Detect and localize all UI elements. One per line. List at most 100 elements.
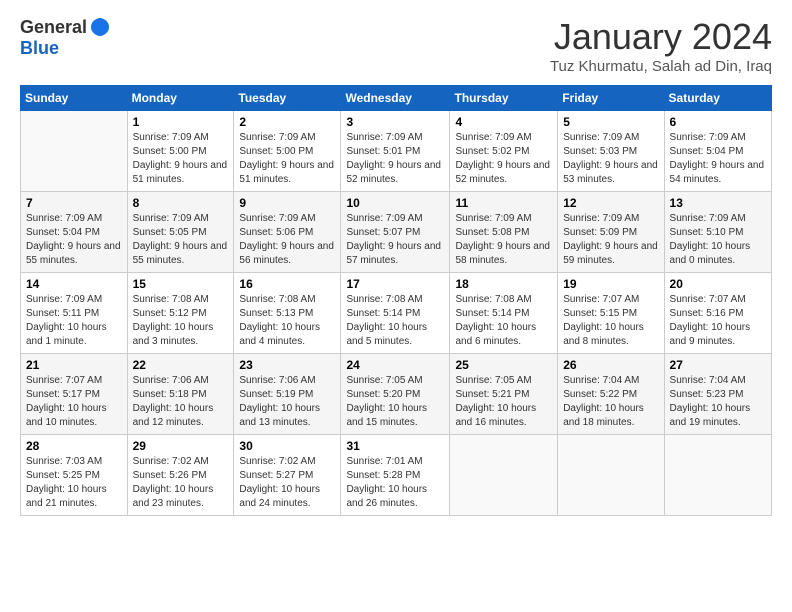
table-row: 31 Sunrise: 7:01 AMSunset: 5:28 PMDayligh… — [341, 435, 450, 516]
calendar-table: Sunday Monday Tuesday Wednesday Thursday… — [20, 85, 772, 516]
table-row: 6 Sunrise: 7:09 AMSunset: 5:04 PMDaylight… — [664, 111, 771, 192]
table-row: 23Sunrise: 7:06 AMSunset: 5:19 PMDayligh… — [234, 354, 341, 435]
table-row: 15 Sunrise: 7:08 AMSunset: 5:12 PMDayligh… — [127, 273, 234, 354]
day-info: Sunrise: 7:08 AMSunset: 5:14 PMDaylight:… — [455, 293, 552, 349]
table-row: 12 Sunrise: 7:09 AMSunset: 5:09 PMDayligh… — [558, 192, 664, 273]
table-row — [558, 435, 664, 516]
table-row: 18 Sunrise: 7:08 AMSunset: 5:14 PMDayligh… — [450, 273, 558, 354]
table-row: 19 Sunrise: 7:07 AMSunset: 5:15 PMDayligh… — [558, 273, 664, 354]
day-number: 29 — [133, 439, 229, 453]
day-info: Sunrise: 7:07 AMSunset: 5:16 PMDaylight:… — [670, 293, 766, 349]
table-row: 21Sunrise: 7:07 AMSunset: 5:17 PMDayligh… — [21, 354, 128, 435]
table-row: 25 Sunrise: 7:05 AMSunset: 5:21 PMDayligh… — [450, 354, 558, 435]
day-number: 25 — [455, 358, 552, 372]
day-info: Sunrise: 7:09 AMSunset: 5:01 PMDaylight:… — [346, 131, 444, 187]
col-thursday: Thursday — [450, 86, 558, 111]
table-row — [664, 435, 771, 516]
day-info: Sunrise: 7:08 AMSunset: 5:14 PMDaylight:… — [346, 293, 444, 349]
logo: General Blue — [20, 16, 111, 59]
table-row: 7 Sunrise: 7:09 AMSunset: 5:04 PMDaylight… — [21, 192, 128, 273]
day-number: 7 — [26, 196, 122, 210]
day-number: 20 — [670, 277, 766, 291]
day-info: Sunrise: 7:09 AMSunset: 5:02 PMDaylight:… — [455, 131, 552, 187]
table-row: 22 Sunrise: 7:06 AMSunset: 5:18 PMDayligh… — [127, 354, 234, 435]
day-number: 4 — [455, 115, 552, 129]
table-row: 4 Sunrise: 7:09 AMSunset: 5:02 PMDaylight… — [450, 111, 558, 192]
col-sunday: Sunday — [21, 86, 128, 111]
calendar-week-row: 14 Sunrise: 7:09 AMSunset: 5:11 PMDayligh… — [21, 273, 772, 354]
col-monday: Monday — [127, 86, 234, 111]
table-row: 1 Sunrise: 7:09 AMSunset: 5:00 PMDaylight… — [127, 111, 234, 192]
day-info: Sunrise: 7:09 AMSunset: 5:09 PMDaylight:… — [563, 212, 658, 268]
table-row: 11Sunrise: 7:09 AMSunset: 5:08 PMDayligh… — [450, 192, 558, 273]
calendar-week-row: 7 Sunrise: 7:09 AMSunset: 5:04 PMDaylight… — [21, 192, 772, 273]
day-info: Sunrise: 7:08 AMSunset: 5:12 PMDaylight:… — [133, 293, 229, 349]
day-info: Sunrise: 7:07 AMSunset: 5:17 PMDaylight:… — [26, 374, 122, 430]
day-info: Sunrise: 7:05 AMSunset: 5:21 PMDaylight:… — [455, 374, 552, 430]
location-subtitle: Tuz Khurmatu, Salah ad Din, Iraq — [550, 58, 772, 75]
calendar-week-row: 1 Sunrise: 7:09 AMSunset: 5:00 PMDaylight… — [21, 111, 772, 192]
day-info: Sunrise: 7:09 AMSunset: 5:04 PMDaylight:… — [26, 212, 122, 268]
day-number: 18 — [455, 277, 552, 291]
day-number: 14 — [26, 277, 122, 291]
day-info: Sunrise: 7:02 AMSunset: 5:27 PMDaylight:… — [239, 455, 335, 511]
page-header: General Blue January 2024 Tuz Khurmatu, … — [20, 16, 772, 75]
table-row: 14 Sunrise: 7:09 AMSunset: 5:11 PMDayligh… — [21, 273, 128, 354]
day-number: 22 — [133, 358, 229, 372]
table-row: 8Sunrise: 7:09 AMSunset: 5:05 PMDaylight… — [127, 192, 234, 273]
day-number: 3 — [346, 115, 444, 129]
day-info: Sunrise: 7:09 AMSunset: 5:10 PMDaylight:… — [670, 212, 766, 268]
day-number: 9 — [239, 196, 335, 210]
day-number: 26 — [563, 358, 658, 372]
calendar-week-row: 28 Sunrise: 7:03 AMSunset: 5:25 PMDayligh… — [21, 435, 772, 516]
day-number: 13 — [670, 196, 766, 210]
day-number: 15 — [133, 277, 229, 291]
day-number: 5 — [563, 115, 658, 129]
day-info: Sunrise: 7:09 AMSunset: 5:05 PMDaylight:… — [133, 212, 229, 268]
day-number: 28 — [26, 439, 122, 453]
day-info: Sunrise: 7:06 AMSunset: 5:18 PMDaylight:… — [133, 374, 229, 430]
day-info: Sunrise: 7:04 AMSunset: 5:23 PMDaylight:… — [670, 374, 766, 430]
table-row: 3 Sunrise: 7:09 AMSunset: 5:01 PMDaylight… — [341, 111, 450, 192]
table-row: 29 Sunrise: 7:02 AMSunset: 5:26 PMDayligh… — [127, 435, 234, 516]
calendar-header-row: Sunday Monday Tuesday Wednesday Thursday… — [21, 86, 772, 111]
table-row: 5Sunrise: 7:09 AMSunset: 5:03 PMDaylight… — [558, 111, 664, 192]
day-number: 31 — [346, 439, 444, 453]
day-info: Sunrise: 7:01 AMSunset: 5:28 PMDaylight:… — [346, 455, 444, 511]
day-number: 19 — [563, 277, 658, 291]
day-info: Sunrise: 7:09 AMSunset: 5:11 PMDaylight:… — [26, 293, 122, 349]
day-info: Sunrise: 7:08 AMSunset: 5:13 PMDaylight:… — [239, 293, 335, 349]
day-info: Sunrise: 7:09 AMSunset: 5:07 PMDaylight:… — [346, 212, 444, 268]
table-row: 13 Sunrise: 7:09 AMSunset: 5:10 PMDayligh… — [664, 192, 771, 273]
day-info: Sunrise: 7:06 AMSunset: 5:19 PMDaylight:… — [239, 374, 335, 430]
day-info: Sunrise: 7:09 AMSunset: 5:06 PMDaylight:… — [239, 212, 335, 268]
month-title: January 2024 — [550, 16, 772, 58]
logo-blue-text: Blue — [20, 38, 59, 58]
table-row — [21, 111, 128, 192]
col-friday: Friday — [558, 86, 664, 111]
day-info: Sunrise: 7:09 AMSunset: 5:04 PMDaylight:… — [670, 131, 766, 187]
table-row: 16Sunrise: 7:08 AMSunset: 5:13 PMDayligh… — [234, 273, 341, 354]
day-number: 1 — [133, 115, 229, 129]
table-row: 26 Sunrise: 7:04 AMSunset: 5:22 PMDayligh… — [558, 354, 664, 435]
table-row: 10Sunrise: 7:09 AMSunset: 5:07 PMDayligh… — [341, 192, 450, 273]
day-number: 30 — [239, 439, 335, 453]
day-info: Sunrise: 7:07 AMSunset: 5:15 PMDaylight:… — [563, 293, 658, 349]
table-row: 20 Sunrise: 7:07 AMSunset: 5:16 PMDayligh… — [664, 273, 771, 354]
table-row: 2Sunrise: 7:09 AMSunset: 5:00 PMDaylight… — [234, 111, 341, 192]
table-row: 17Sunrise: 7:08 AMSunset: 5:14 PMDayligh… — [341, 273, 450, 354]
day-number: 24 — [346, 358, 444, 372]
day-info: Sunrise: 7:09 AMSunset: 5:00 PMDaylight:… — [239, 131, 335, 187]
table-row: 24Sunrise: 7:05 AMSunset: 5:20 PMDayligh… — [341, 354, 450, 435]
day-info: Sunrise: 7:04 AMSunset: 5:22 PMDaylight:… — [563, 374, 658, 430]
day-info: Sunrise: 7:02 AMSunset: 5:26 PMDaylight:… — [133, 455, 229, 511]
logo-general-text: General — [20, 17, 87, 38]
day-number: 6 — [670, 115, 766, 129]
table-row: 30 Sunrise: 7:02 AMSunset: 5:27 PMDayligh… — [234, 435, 341, 516]
day-info: Sunrise: 7:09 AMSunset: 5:00 PMDaylight:… — [133, 131, 229, 187]
day-info: Sunrise: 7:03 AMSunset: 5:25 PMDaylight:… — [26, 455, 122, 511]
title-block: January 2024 Tuz Khurmatu, Salah ad Din,… — [550, 16, 772, 75]
day-number: 12 — [563, 196, 658, 210]
table-row: 28 Sunrise: 7:03 AMSunset: 5:25 PMDayligh… — [21, 435, 128, 516]
day-number: 27 — [670, 358, 766, 372]
